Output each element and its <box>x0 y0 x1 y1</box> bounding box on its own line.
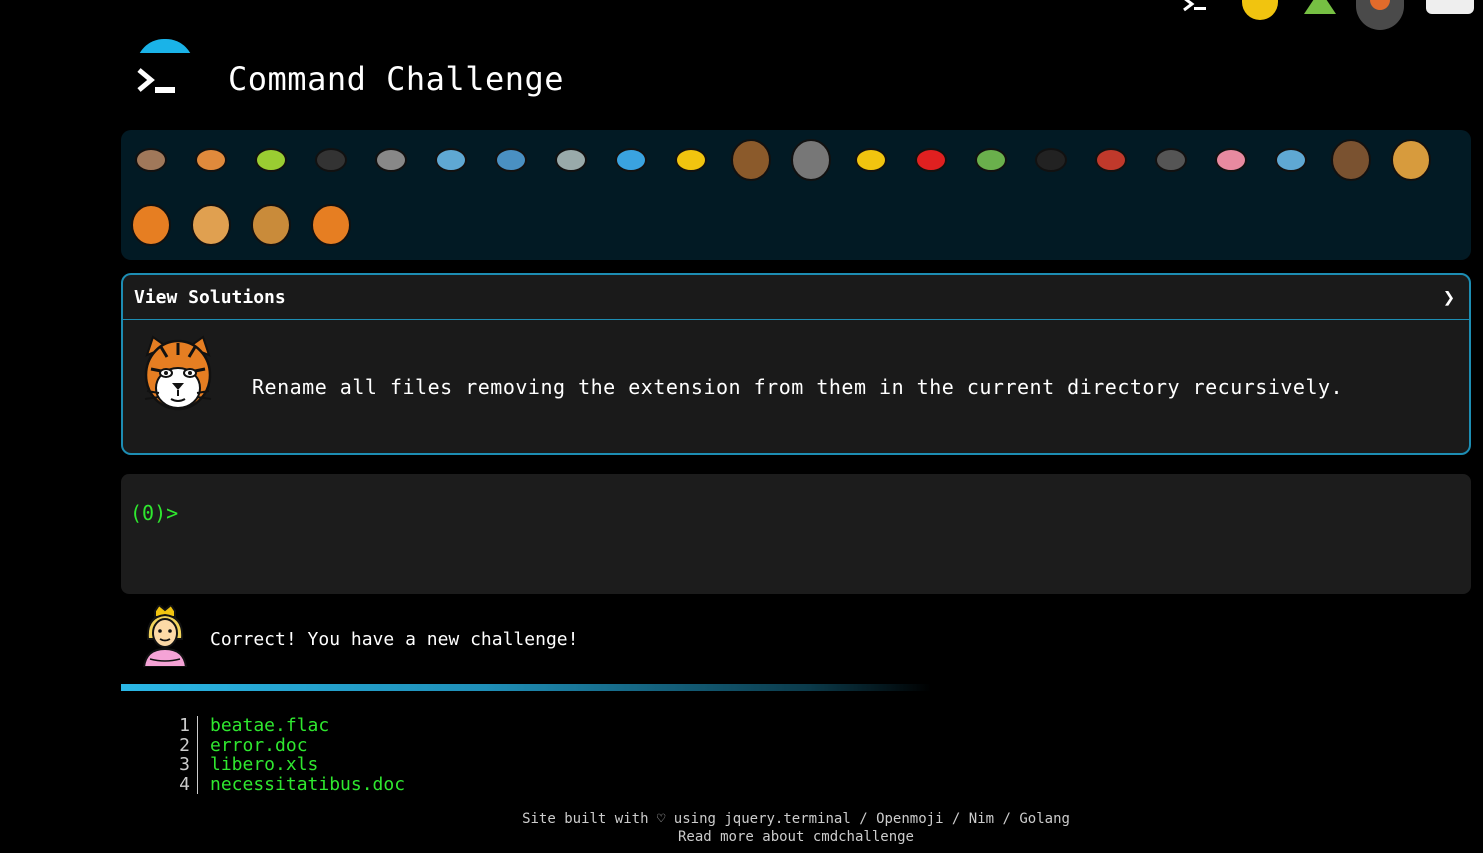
tiger-icon[interactable] <box>308 202 354 248</box>
dog-icon[interactable] <box>1388 137 1434 183</box>
feedback-message: Correct! You have a new challenge! <box>210 629 579 650</box>
logo-arc-icon <box>136 39 194 53</box>
ladybug-icon[interactable] <box>908 137 954 183</box>
file-name: beatae.flac <box>210 715 330 736</box>
bee-icon[interactable] <box>848 137 894 183</box>
cat-icon[interactable] <box>188 202 234 248</box>
ant-icon[interactable] <box>308 137 354 183</box>
shield-icon[interactable] <box>1356 0 1404 30</box>
file-list: 1 beatae.flac 2 error.doc 3 libero.xls 4 necess… <box>170 716 405 794</box>
site-logo[interactable] <box>134 39 196 102</box>
challenge-description: Rename all files removing the extension … <box>252 375 1344 399</box>
fish-icon[interactable] <box>608 137 654 183</box>
chevron-right-icon[interactable]: ❯ <box>1443 285 1455 309</box>
terminal[interactable]: (0)> <box>121 474 1471 594</box>
challenge-selector <box>121 130 1471 260</box>
file-row: 4 necessitatibus.doc <box>170 773 406 795</box>
view-solutions-toggle[interactable]: View Solutions ❯ <box>123 275 1469 320</box>
cricket-icon[interactable] <box>968 137 1014 183</box>
tiger-icon <box>141 333 215 413</box>
monkey-icon[interactable] <box>1328 137 1374 183</box>
scorpion-icon[interactable] <box>1088 137 1134 183</box>
terminal-prompt-icon <box>137 68 175 93</box>
tropical-fish-icon[interactable] <box>668 137 714 183</box>
line-number: 1 <box>170 716 198 736</box>
terminal-icon[interactable] <box>1180 0 1210 12</box>
fox-icon[interactable] <box>128 202 174 248</box>
file-row: 3 libero.xls <box>170 755 405 775</box>
terminal-prompt: (0)> <box>130 501 179 525</box>
snail-icon[interactable] <box>128 137 174 183</box>
footer-read-more-link[interactable]: Read more about cmdchallenge <box>0 828 1483 846</box>
fly-icon[interactable] <box>1148 137 1194 183</box>
footer: Site built with ♡ using jquery.terminal … <box>0 810 1483 846</box>
whale-icon[interactable] <box>428 137 474 183</box>
caterpillar-icon[interactable] <box>248 137 294 183</box>
challenge-panel: View Solutions ❯ Rename all files removi… <box>121 273 1471 455</box>
spider-web-icon[interactable] <box>368 137 414 183</box>
worm-icon[interactable] <box>1208 137 1254 183</box>
tree-icon[interactable] <box>1304 0 1336 14</box>
butterfly-icon[interactable] <box>188 137 234 183</box>
blowfish-icon[interactable] <box>728 137 774 183</box>
spider-icon[interactable] <box>1028 137 1074 183</box>
wolf-icon[interactable] <box>788 137 834 183</box>
dolphin-icon[interactable] <box>488 137 534 183</box>
line-number: 3 <box>170 755 198 775</box>
line-number: 2 <box>170 735 198 755</box>
view-solutions-label: View Solutions <box>134 287 286 308</box>
file-row: 2 error.doc <box>170 734 405 756</box>
footer-credits[interactable]: Site built with ♡ using jquery.terminal … <box>0 810 1483 828</box>
file-row: 1 beatae.flac <box>170 716 405 736</box>
line-number: 4 <box>170 774 198 794</box>
file-name: necessitatibus.doc <box>210 773 406 795</box>
lightbulb-icon[interactable] <box>1242 0 1278 20</box>
lion-icon[interactable] <box>248 202 294 248</box>
mail-icon[interactable] <box>1426 0 1474 14</box>
file-name: error.doc <box>210 734 308 756</box>
progress-bar <box>121 684 931 691</box>
princess-icon <box>140 603 190 668</box>
page-title: Command Challenge <box>228 60 565 98</box>
dolphin-gray-icon[interactable] <box>548 137 594 183</box>
file-name: libero.xls <box>210 754 319 775</box>
microbe-icon[interactable] <box>1268 137 1314 183</box>
